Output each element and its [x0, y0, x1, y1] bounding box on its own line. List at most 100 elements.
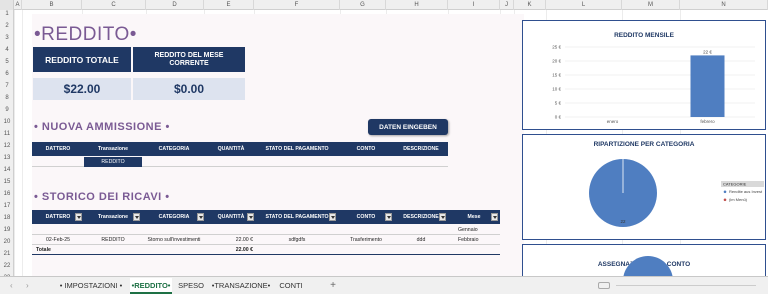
history-cell[interactable]: ddd — [394, 235, 448, 245]
sheet-tab[interactable]: SPESO — [176, 278, 206, 294]
row-header-6[interactable]: 6 — [0, 71, 14, 77]
history-cell[interactable]: 02-Feb-25 — [32, 235, 84, 245]
new-entry-cell[interactable] — [338, 157, 394, 167]
row-header-3[interactable]: 3 — [0, 35, 14, 41]
history-cell[interactable]: Gennaio — [448, 225, 500, 235]
filter-dropdown-icon[interactable] — [75, 213, 82, 221]
column-header-j[interactable]: J — [500, 0, 514, 10]
legend-entry: (im Menü) — [729, 197, 748, 202]
column-header-c[interactable]: C — [82, 0, 146, 10]
sheet-tab[interactable]: • IMPOSTAZIONI • — [56, 278, 126, 294]
new-entry-cell[interactable] — [394, 157, 448, 167]
column-header-a[interactable]: A — [14, 0, 22, 10]
sheet-tab[interactable]: CONTI — [276, 278, 306, 294]
row-header-19[interactable]: 19 — [0, 227, 14, 233]
row-header-1[interactable]: 1 — [0, 11, 14, 17]
history-cell[interactable] — [142, 225, 206, 235]
history-cell[interactable] — [84, 225, 142, 235]
category-breakdown-chart[interactable]: RIPARTIZIONE PER CATEGORIA 22 CATEGORIE Re… — [522, 134, 766, 240]
new-col-header: QUANTITÀ — [217, 146, 245, 152]
row-header-14[interactable]: 14 — [0, 167, 14, 173]
row-header-15[interactable]: 15 — [0, 179, 14, 185]
new-entry-cell[interactable] — [32, 157, 84, 167]
filter-dropdown-icon[interactable] — [491, 213, 498, 221]
horizontal-scrollbar[interactable] — [616, 285, 756, 286]
new-col-header: DESCRIZIONE — [403, 146, 439, 152]
row-header-16[interactable]: 16 — [0, 191, 14, 197]
filter-dropdown-icon[interactable] — [329, 213, 336, 221]
column-header-l[interactable]: L — [546, 0, 622, 10]
data-label: 22 € — [703, 49, 712, 54]
column-header-g[interactable]: G — [340, 0, 386, 10]
history-cell[interactable]: Febbraio — [448, 235, 500, 245]
column-header-m[interactable]: M — [622, 0, 680, 10]
row-header-13[interactable]: 13 — [0, 155, 14, 161]
column-header-f[interactable]: F — [254, 0, 340, 10]
row-header-17[interactable]: 17 — [0, 203, 14, 209]
column-header-h[interactable]: H — [386, 0, 448, 10]
row-header-8[interactable]: 8 — [0, 95, 14, 101]
history-cell[interactable]: REDDITO — [84, 235, 142, 245]
new-col-header: CONTO — [356, 146, 376, 152]
sheet-tab-bar: ‹ › • IMPOSTAZIONI • •REDDITO• SPESO •TRANS… — [0, 276, 768, 294]
row-header-10[interactable]: 10 — [0, 119, 14, 125]
row-header-7[interactable]: 7 — [0, 83, 14, 89]
new-entry-cell[interactable]: REDDITO — [84, 157, 142, 167]
new-entry-cell[interactable] — [256, 157, 338, 167]
history-cell[interactable]: 22.00 € — [206, 235, 256, 245]
history-cell[interactable] — [256, 225, 338, 235]
column-header-b[interactable]: B — [22, 0, 82, 10]
row-header-22[interactable]: 22 — [0, 263, 14, 269]
add-sheet-button[interactable]: + — [326, 278, 340, 294]
filter-dropdown-icon[interactable] — [247, 213, 254, 221]
next-sheet-icon[interactable]: › — [26, 278, 29, 294]
new-entry-cell[interactable] — [206, 157, 256, 167]
row-header-20[interactable]: 20 — [0, 239, 14, 245]
legend-marker — [723, 190, 727, 194]
history-cell[interactable]: sdfgdfs — [256, 235, 338, 245]
filter-dropdown-icon[interactable] — [385, 213, 392, 221]
row-header-4[interactable]: 4 — [0, 47, 14, 53]
sheet-tab[interactable]: •REDDITO• — [130, 278, 172, 294]
column-header-i[interactable]: I — [448, 0, 500, 10]
month-income-label: REDDITO DEL MESE CORRENTE — [133, 47, 245, 72]
page-title: •REDDITO• — [34, 24, 137, 45]
column-header-n[interactable]: N — [680, 0, 768, 10]
monthly-income-chart[interactable]: REDDITO MENSILE 0 €5 €10 €15 €20 €25 € en… — [522, 20, 766, 130]
filter-dropdown-icon[interactable] — [133, 213, 140, 221]
prev-sheet-icon[interactable]: ‹ — [10, 278, 13, 294]
row-header-2[interactable]: 2 — [0, 23, 14, 29]
row-header-11[interactable]: 11 — [0, 131, 14, 137]
select-all-corner[interactable] — [0, 0, 14, 10]
filter-dropdown-icon[interactable] — [439, 213, 446, 221]
history-row[interactable]: 02-Feb-25 REDDITO Storno sull'investimenti… — [32, 235, 500, 245]
new-col-header: STATO DEL PAGAMENTO — [265, 146, 329, 152]
history-cell[interactable]: Storno sull'investimenti — [142, 235, 206, 245]
history-cell[interactable] — [394, 225, 448, 235]
new-entry-cell[interactable] — [142, 157, 206, 167]
new-entry-row[interactable]: REDDITO — [32, 157, 448, 167]
history-cell[interactable]: Trasferimento — [338, 235, 394, 245]
row-header-5[interactable]: 5 — [0, 59, 14, 65]
row-header-bar: 1234567891011121314151617181920212223 — [0, 10, 14, 281]
history-cell[interactable] — [32, 225, 84, 235]
column-header-k[interactable]: K — [514, 0, 546, 10]
row-header-21[interactable]: 21 — [0, 251, 14, 257]
enter-data-button[interactable]: DATEN EINGEBEN — [368, 119, 448, 135]
history-cell[interactable] — [338, 225, 394, 235]
filter-dropdown-icon[interactable] — [197, 213, 204, 221]
history-row[interactable]: Gennaio — [32, 225, 500, 235]
scrollbar-handle-icon[interactable] — [598, 282, 610, 289]
sheet-tab[interactable]: •TRANSAZIONE• — [210, 278, 272, 294]
history-col-header: STATO DEL PAGAMENTO — [265, 214, 329, 220]
row-header-12[interactable]: 12 — [0, 143, 14, 149]
history-cell[interactable] — [206, 225, 256, 235]
row-header-9[interactable]: 9 — [0, 107, 14, 113]
column-header-e[interactable]: E — [204, 0, 254, 10]
new-entry-header: DATTERO Transazione CATEGORIA QUANTITÀ STATO… — [32, 142, 448, 156]
history-header: DATTERO Transazione CATEGORIA QUANTITÀ STATO… — [32, 210, 500, 224]
row-header-18[interactable]: 18 — [0, 215, 14, 221]
column-header-bar: ABCDEFGHIJKLMN — [0, 0, 768, 10]
gridline — [22, 10, 23, 276]
column-header-d[interactable]: D — [146, 0, 204, 10]
